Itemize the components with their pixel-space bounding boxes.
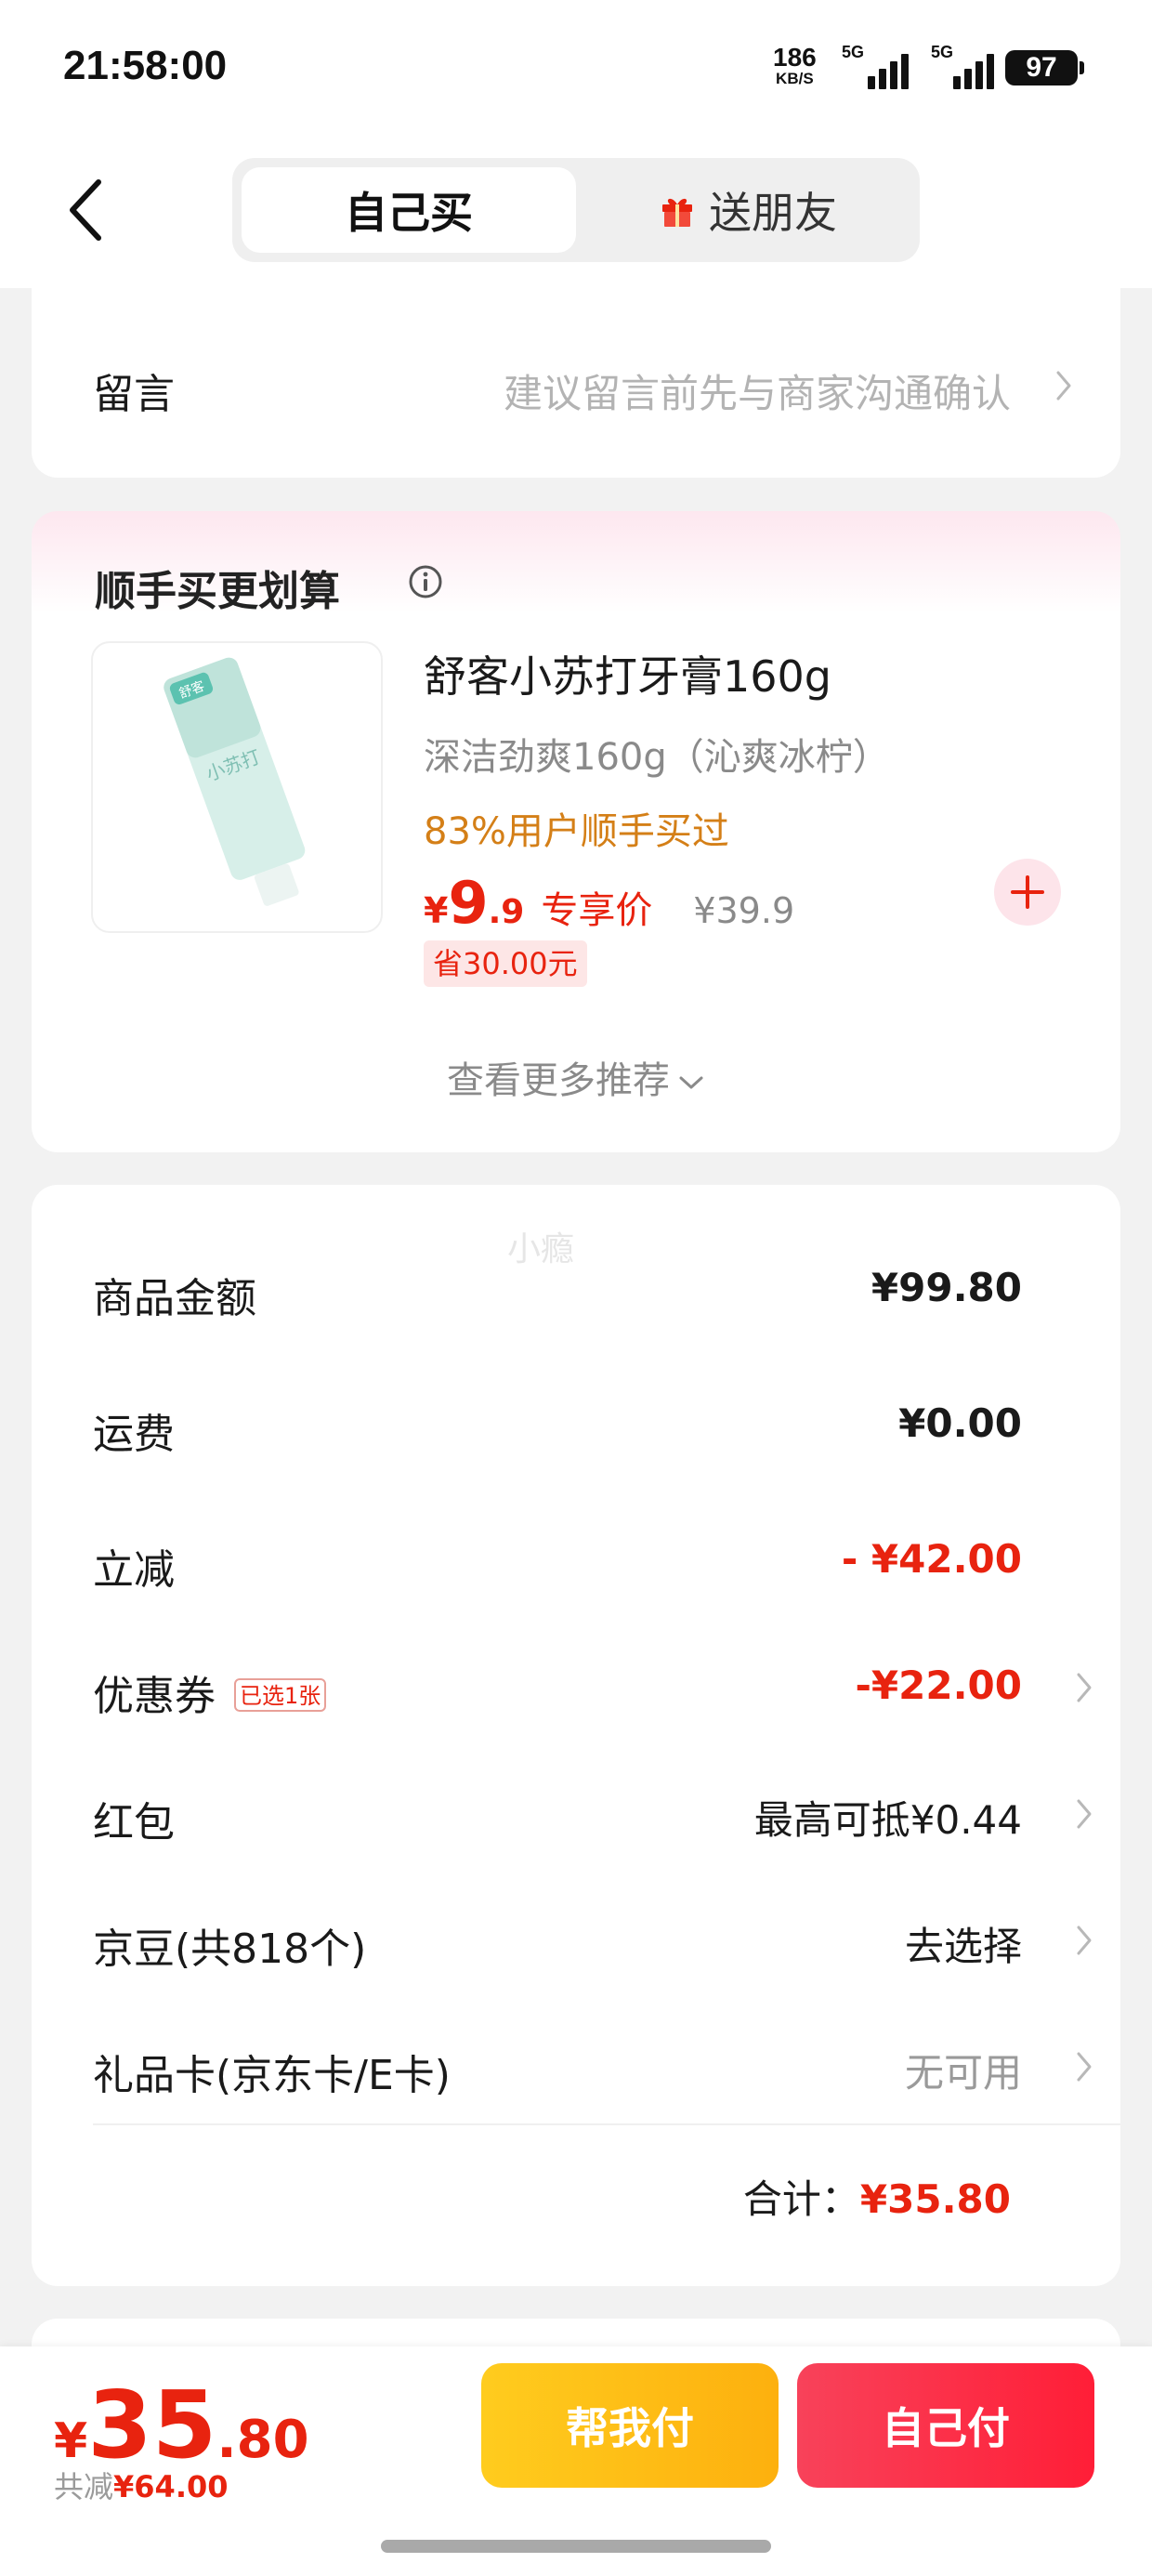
order-total: 合计：¥35.80 — [743, 2168, 1011, 2225]
order-total-value: ¥35.80 — [859, 2176, 1011, 2222]
coupon-label: 优惠券 — [93, 1673, 216, 1720]
summary-row-value: 去选择 — [904, 1924, 1022, 1969]
summary-row-label: 红包 — [93, 1799, 175, 1847]
tab-send-to-friend-label: 送朋友 — [709, 188, 837, 238]
order-summary-card: 小瘾 商品金额 ¥99.80 运费 ¥0.00 立减 - ¥42.00 优惠券已… — [32, 1185, 1120, 2286]
price-tag: 专享价 — [541, 889, 653, 932]
summary-row-shipping: 运费 ¥0.00 — [93, 1391, 1093, 1458]
back-arrow-icon[interactable] — [65, 173, 111, 247]
tab-buy-for-self[interactable]: 自己买 — [242, 167, 576, 253]
gift-icon — [662, 198, 692, 227]
summary-row-label: 商品金额 — [93, 1275, 256, 1322]
pay-myself-button[interactable]: 自己付 — [797, 2363, 1094, 2488]
price-integer: 9 — [448, 869, 489, 937]
summary-row-value: -¥22.00 — [855, 1663, 1022, 1708]
home-indicator[interactable] — [381, 2540, 771, 2553]
help-me-pay-button[interactable]: 帮我付 — [481, 2363, 779, 2488]
purchase-mode-switch: 自己买 送朋友 — [232, 158, 920, 262]
price-symbol: ¥ — [424, 890, 449, 931]
network-speed-value: 186 — [773, 43, 817, 72]
more-recommendations-link[interactable]: 查看更多推荐 — [32, 1050, 1120, 1104]
tab-buy-for-self-label: 自己买 — [345, 188, 473, 238]
product-price: ¥ 9 .9 专享价 ¥39.9 — [424, 869, 795, 937]
signal-icon: 5G — [931, 43, 1005, 89]
checkout-bar: ¥35.80 共减¥64.00 帮我付 自己付 — [0, 2346, 1152, 2576]
plus-icon — [1011, 875, 1044, 909]
message-card[interactable]: 留言 建议留言前先与商家沟通确认 — [32, 279, 1120, 478]
summary-row-gift-card[interactable]: 礼品卡(京东卡/E卡) 无可用 — [93, 2032, 1093, 2099]
message-hint: 建议留言前先与商家沟通确认 — [503, 371, 1011, 416]
summary-row-label: 京豆(共818个) — [93, 1925, 367, 1973]
signal-icon: 5G — [842, 43, 916, 89]
network-speed: 186 KB/S — [773, 45, 817, 87]
more-recommendations-label: 查看更多推荐 — [447, 1059, 670, 1102]
total-saved: 共减¥64.00 — [54, 2464, 229, 2506]
coupon-selected-chip: 已选1张 — [234, 1678, 327, 1712]
summary-row-label: 礼品卡(京东卡/E卡) — [93, 2052, 451, 2099]
chevron-down-icon — [679, 1076, 703, 1089]
price-decimal: .9 — [488, 893, 525, 931]
chevron-right-icon — [1076, 1798, 1093, 1830]
product-name[interactable]: 舒客小苏打牙膏160g — [424, 643, 831, 704]
top-nav: 自己买 送朋友 — [0, 139, 1152, 288]
product-spec: 深洁劲爽160g（沁爽冰柠） — [424, 736, 890, 779]
summary-row-instant-discount: 立减 - ¥42.00 — [93, 1527, 1093, 1594]
product-bought-hint: 83%用户顺手买过 — [424, 810, 729, 853]
signal-label: 5G — [931, 43, 954, 61]
summary-row-coupon[interactable]: 优惠券 已选1张 -¥22.00 — [93, 1653, 1093, 1720]
tab-send-to-friend[interactable]: 送朋友 — [585, 167, 910, 253]
summary-row-label: 运费 — [93, 1411, 175, 1458]
summary-row-value: - ¥42.00 — [841, 1536, 1022, 1582]
product-image[interactable]: 舒客 小苏打 — [91, 641, 383, 933]
total-saved-value: ¥64.00 — [113, 2469, 229, 2504]
info-icon[interactable] — [407, 563, 444, 600]
status-bar: 21:58:00 186 KB/S 5G 5G 97 — [0, 0, 1152, 139]
recommendation-card: 顺手买更划算 舒客 小苏打 舒客小苏打牙膏160g 深洁劲爽160g（沁爽冰柠）… — [32, 511, 1120, 1152]
chevron-right-icon — [1076, 1672, 1093, 1703]
summary-row-label: 优惠券 已选1张 — [93, 1663, 327, 1722]
summary-row-value: 最高可抵¥0.44 — [753, 1797, 1022, 1843]
summary-row-label: 立减 — [93, 1546, 175, 1594]
add-to-order-button[interactable] — [994, 859, 1061, 926]
summary-row-jd-beans[interactable]: 京豆(共818个) 去选择 — [93, 1906, 1093, 1973]
recommendation-title: 顺手买更划算 — [95, 568, 340, 615]
summary-row-value: 无可用 — [904, 2050, 1022, 2096]
chevron-right-icon — [1055, 370, 1072, 401]
summary-row-goods-amount: 商品金额 ¥99.80 — [93, 1255, 1093, 1322]
save-badge: 省30.00元 — [424, 940, 587, 987]
pay-amount-symbol: ¥ — [54, 2413, 88, 2469]
summary-row-red-packet[interactable]: 红包 最高可抵¥0.44 — [93, 1780, 1093, 1847]
divider — [93, 2123, 1120, 2125]
signal-label: 5G — [842, 43, 865, 61]
status-time: 21:58:00 — [63, 43, 228, 88]
original-price: ¥39.9 — [693, 890, 795, 931]
pay-amount-decimal: .80 — [216, 2410, 309, 2470]
chevron-right-icon — [1076, 1925, 1093, 1956]
summary-row-value: ¥99.80 — [871, 1265, 1022, 1310]
message-label: 留言 — [93, 371, 175, 418]
network-speed-unit: KB/S — [776, 70, 814, 87]
total-saved-label: 共减 — [54, 2469, 114, 2504]
order-total-label: 合计： — [742, 2176, 860, 2222]
summary-row-value: ¥0.00 — [898, 1400, 1022, 1446]
chevron-right-icon — [1076, 2051, 1093, 2083]
battery-icon: 97 — [1005, 50, 1084, 85]
